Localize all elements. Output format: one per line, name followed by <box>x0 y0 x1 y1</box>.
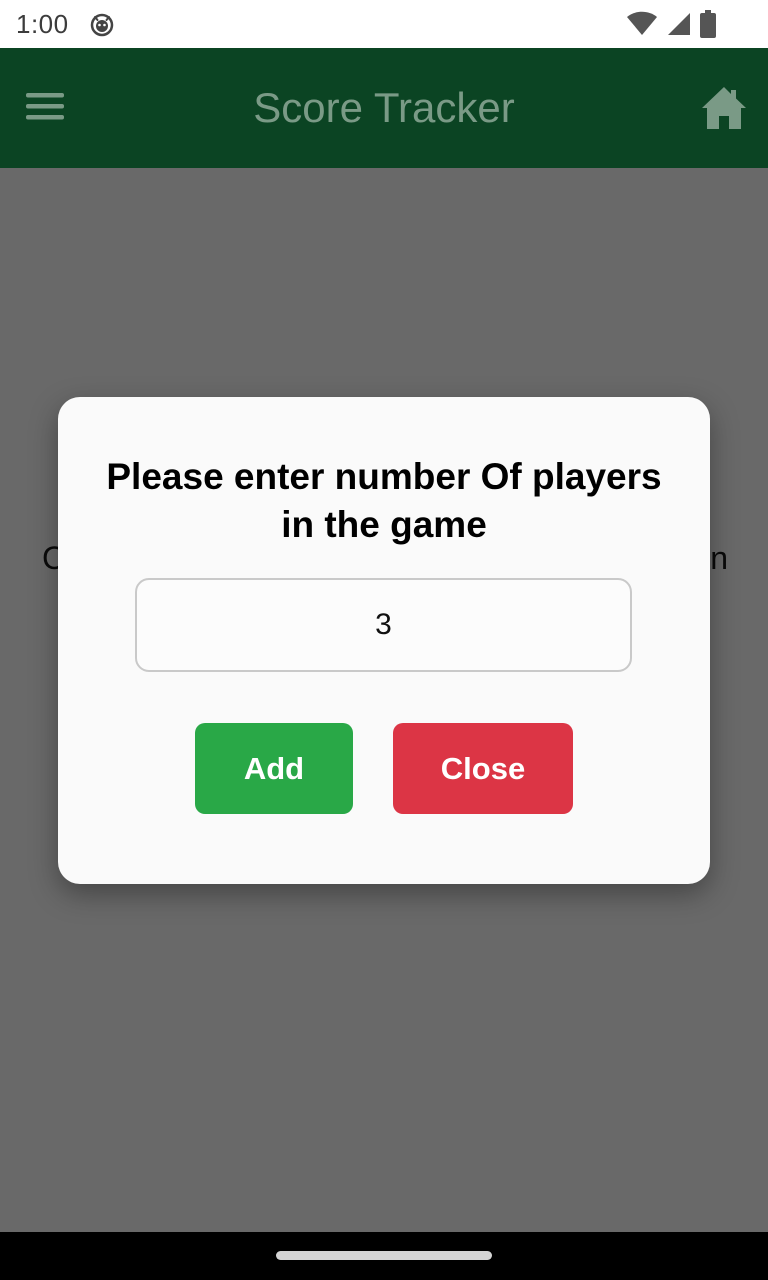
status-bar: 1:00 <box>0 0 768 48</box>
screen: 1:00 Score Tracker Please enter number O… <box>0 0 768 1280</box>
status-time: 1:00 <box>16 8 69 39</box>
close-button[interactable]: Close <box>393 723 573 814</box>
home-gesture-handle[interactable] <box>276 1251 492 1260</box>
home-icon <box>700 87 748 136</box>
player-count-input[interactable] <box>135 578 632 672</box>
cell-signal-icon <box>666 11 692 42</box>
android-debug-icon <box>89 11 115 37</box>
dialog-title: Please enter number Of players in the ga… <box>106 456 662 545</box>
wifi-icon <box>626 11 658 42</box>
add-button[interactable]: Add <box>195 723 353 814</box>
status-icons <box>626 10 716 43</box>
battery-icon <box>700 10 716 43</box>
app-title: Score Tracker <box>253 84 515 131</box>
player-count-dialog: Please enter number Of players in the ga… <box>58 397 710 884</box>
app-bar: Score Tracker <box>0 48 768 168</box>
home-button[interactable] <box>700 84 748 132</box>
navigation-bar <box>0 1232 768 1280</box>
